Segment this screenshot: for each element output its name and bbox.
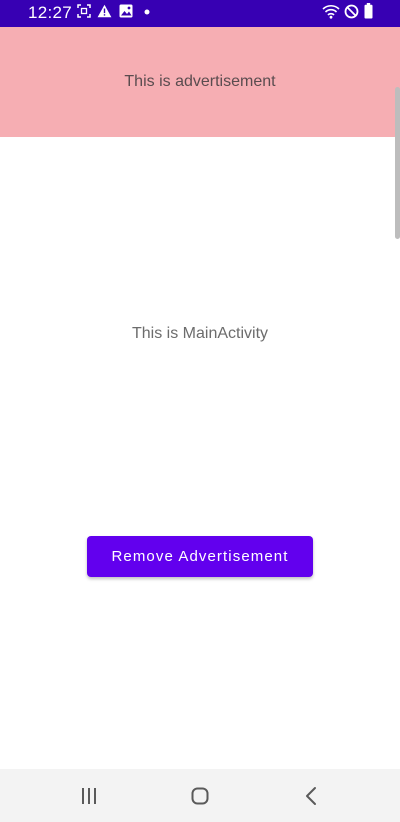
do-not-disturb-icon	[344, 4, 359, 19]
scrollbar[interactable]	[395, 87, 400, 239]
image-icon	[119, 4, 133, 18]
battery-icon	[364, 3, 373, 19]
dot-icon	[144, 9, 150, 15]
recent-apps-icon[interactable]	[74, 781, 104, 811]
advertisement-text: This is advertisement	[124, 73, 276, 90]
back-icon[interactable]	[297, 781, 327, 811]
home-icon[interactable]	[185, 781, 215, 811]
navigation-bar	[0, 769, 400, 822]
remove-advertisement-button[interactable]: Remove Advertisement	[87, 536, 313, 577]
screenshot-icon	[77, 4, 91, 18]
warning-icon	[97, 4, 112, 18]
wifi-icon	[322, 5, 340, 19]
advertisement-banner: This is advertisement	[0, 27, 400, 137]
status-time: 12:27	[28, 3, 73, 22]
status-bar: 12:27	[0, 0, 400, 27]
main-activity-text: This is MainActivity	[131, 325, 269, 342]
